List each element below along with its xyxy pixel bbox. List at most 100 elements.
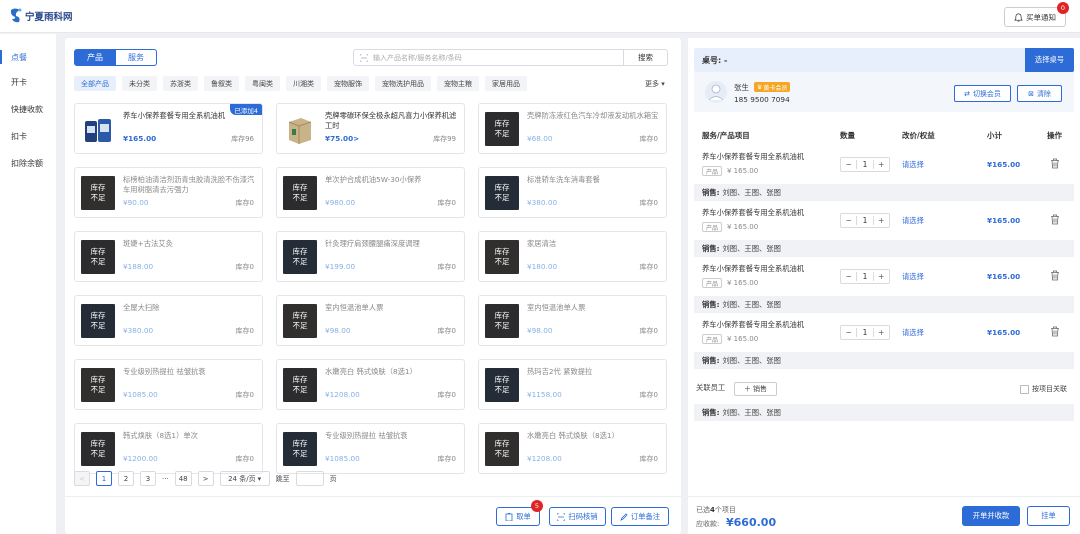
category-tab[interactable]: 宠物洗护用品 bbox=[375, 76, 431, 91]
product-card[interactable]: 库存 不足 壳牌防冻液红色汽车冷却液发动机水箱宝 ¥68.00 库存0 bbox=[478, 103, 667, 154]
stock-out-line1: 库存 bbox=[90, 439, 106, 448]
choose-table-button[interactable]: 选择桌号 bbox=[1025, 48, 1074, 72]
price-benefit-select[interactable]: 请选择 bbox=[902, 272, 924, 282]
stock-out-line2: 不足 bbox=[494, 257, 510, 266]
order-row: 养车小保养套餐专用全系机油机 产品 ¥ 165.00 −1 + 请选择 ¥165.00 bbox=[694, 314, 1074, 352]
trash-icon[interactable] bbox=[1050, 326, 1060, 337]
increase-button[interactable]: + bbox=[874, 216, 889, 225]
quantity-value[interactable]: 1 bbox=[856, 216, 874, 225]
switch-member-button[interactable]: ⇄ 切换会员 bbox=[954, 85, 1011, 102]
product-card[interactable]: 库存 不足 专业级别热提拉 祛皱抗衰 ¥1085.00 库存0 bbox=[276, 423, 465, 474]
pagination: < 1 2 3 ··· 48 > 24 条/页 ▾ 跳至 页 bbox=[74, 471, 337, 486]
stock-out-line2: 不足 bbox=[494, 385, 510, 394]
product-image bbox=[283, 112, 317, 146]
retrieve-order-button[interactable]: 取单 5 bbox=[496, 500, 543, 526]
item-type-tag: 产品 bbox=[702, 166, 723, 176]
row-sales: 销售: 刘图、王图、张图 bbox=[694, 352, 1074, 369]
product-card[interactable]: 库存 不足 专业级别热提拉 祛皱抗衰 ¥1085.00 库存0 bbox=[74, 359, 263, 410]
product-card[interactable]: 库存 不足 标榜柏油清洁剂沥青虫胶清洗脸不伤漆汽车用树脂清去污强力 ¥90.00 库存0 bbox=[74, 167, 263, 218]
page-3[interactable]: 3 bbox=[140, 471, 156, 486]
stock-out-line2: 不足 bbox=[90, 385, 106, 394]
retrieve-order-badge: 5 bbox=[531, 500, 543, 512]
decrease-button[interactable]: − bbox=[841, 328, 856, 337]
product-card[interactable]: 库存 不足 家居清洁 ¥180.00 库存0 bbox=[478, 231, 667, 282]
trash-icon[interactable] bbox=[1050, 270, 1060, 281]
increase-button[interactable]: + bbox=[874, 328, 889, 337]
quantity-value[interactable]: 1 bbox=[856, 160, 874, 169]
search-input[interactable]: 输入产品名称/服务名称/条码 bbox=[353, 49, 624, 66]
scan-verify-button[interactable]: 扫码核销 bbox=[549, 507, 606, 526]
quantity-value[interactable]: 1 bbox=[856, 328, 874, 337]
product-card[interactable]: 库存 不足 水嫩亮白 韩式焕肤（8选1） ¥1208.00 库存0 bbox=[478, 423, 667, 474]
product-card[interactable]: 库存 不足 室内恒温池单人票 ¥98.00 库存0 bbox=[478, 295, 667, 346]
prev-page-button[interactable]: < bbox=[74, 471, 90, 486]
category-tab[interactable]: 苏浙类 bbox=[163, 76, 198, 91]
price-benefit-select[interactable]: 请选择 bbox=[902, 328, 924, 338]
trash-icon[interactable] bbox=[1050, 214, 1060, 225]
category-tab[interactable]: 家居用品 bbox=[485, 76, 527, 91]
stock-out-line1: 库存 bbox=[292, 183, 308, 192]
logo: 宁夏雨科网 bbox=[9, 7, 73, 24]
product-card[interactable]: 库存 不足 单次护合成机油5W-30小保养 ¥980.00 库存0 bbox=[276, 167, 465, 218]
next-page-button[interactable]: > bbox=[197, 471, 214, 486]
product-card[interactable]: 库存 不足 室内恒温池单人票 ¥98.00 库存0 bbox=[276, 295, 465, 346]
goto-page-input[interactable] bbox=[295, 471, 324, 486]
page-2[interactable]: 2 bbox=[118, 471, 134, 486]
order-notification-button[interactable]: 买单通知 0 bbox=[1004, 2, 1069, 27]
category-tab[interactable]: 鲁叙类 bbox=[204, 76, 239, 91]
by-item-checkbox[interactable]: 按项目关联 bbox=[1020, 384, 1067, 394]
stock-out-line2: 不足 bbox=[90, 449, 106, 458]
hang-order-button[interactable]: 挂单 bbox=[1027, 506, 1070, 526]
product-card[interactable]: 库存 不足 针灸理疗肩颈腰腿痛深度调理 ¥199.00 库存0 bbox=[276, 231, 465, 282]
increase-button[interactable]: + bbox=[874, 272, 889, 281]
decrease-button[interactable]: − bbox=[841, 160, 856, 169]
tab-services[interactable]: 服务 bbox=[116, 49, 157, 66]
sales-names: 刘图、王图、张图 bbox=[722, 187, 781, 197]
clear-member-button[interactable]: ⊠ 清除 bbox=[1017, 85, 1062, 102]
quantity-value[interactable]: 1 bbox=[856, 272, 874, 281]
decrease-button[interactable]: − bbox=[841, 272, 856, 281]
product-card[interactable]: 库存 不足 热玛吉2代 紧致提拉 ¥1158.00 库存0 bbox=[478, 359, 667, 410]
page-last[interactable]: 48 bbox=[174, 471, 192, 486]
order-remark-button[interactable]: 订单备注 bbox=[611, 507, 669, 526]
category-tab[interactable]: 未分类 bbox=[122, 76, 157, 91]
category-tab[interactable]: 川湘类 bbox=[286, 76, 321, 91]
more-categories-button[interactable]: 更多 ▾ bbox=[645, 79, 665, 89]
product-price: ¥1158.00 bbox=[527, 390, 562, 399]
sidebar-item-open-card[interactable]: 开卡 bbox=[11, 77, 27, 88]
out-of-stock-overlay: 库存 不足 bbox=[81, 240, 115, 274]
product-card[interactable]: 库存 不足 斑婕+古法艾灸 ¥188.00 库存0 bbox=[74, 231, 263, 282]
checkout-button[interactable]: 开单并收款 bbox=[962, 506, 1020, 526]
sidebar-item-order[interactable]: 点餐 bbox=[11, 52, 27, 63]
category-tab[interactable]: 粤闽类 bbox=[245, 76, 280, 91]
product-price: ¥1200.00 bbox=[123, 454, 158, 463]
add-sales-button[interactable]: ＋销售 bbox=[734, 382, 777, 396]
scan-verify-label: 扫码核销 bbox=[568, 511, 598, 521]
product-card[interactable]: 壳牌零碳环保全极永超凡喜力小保养机滤工时 ¥75.00> 库存99 bbox=[276, 103, 465, 154]
page-1[interactable]: 1 bbox=[96, 471, 112, 486]
tab-products[interactable]: 产品 bbox=[74, 49, 116, 66]
sidebar-item-deduct-card[interactable]: 扣卡 bbox=[11, 131, 27, 142]
category-tab[interactable]: 宠物主粮 bbox=[437, 76, 479, 91]
sidebar-item-quick-pay[interactable]: 快捷收款 bbox=[11, 104, 43, 115]
product-card[interactable]: 库存 不足 韩式焕肤（8选1）单次 ¥1200.00 库存0 bbox=[74, 423, 263, 474]
out-of-stock-overlay: 库存 不足 bbox=[485, 112, 519, 146]
decrease-button[interactable]: − bbox=[841, 216, 856, 225]
sidebar-item-deduct-balance[interactable]: 扣除余额 bbox=[11, 158, 43, 169]
product-card[interactable]: 库存 不足 标准轿车洗车消毒套餐 ¥380.00 库存0 bbox=[478, 167, 667, 218]
increase-button[interactable]: + bbox=[874, 160, 889, 169]
trash-icon[interactable] bbox=[1050, 158, 1060, 169]
product-card[interactable]: 库存 不足 水嫩亮白 韩式焕肤（8选1） ¥1208.00 库存0 bbox=[276, 359, 465, 410]
header-op: 操作 bbox=[1047, 131, 1062, 140]
price-benefit-select[interactable]: 请选择 bbox=[902, 160, 924, 170]
category-tab[interactable]: 全部产品 bbox=[74, 76, 116, 91]
product-card[interactable]: 库存 不足 全屋大扫除 ¥380.00 库存0 bbox=[74, 295, 263, 346]
stock-out-line1: 库存 bbox=[292, 439, 308, 448]
category-tab[interactable]: 宠物服饰 bbox=[327, 76, 369, 91]
search-button[interactable]: 搜索 bbox=[624, 49, 668, 66]
page-size-select[interactable]: 24 条/页 ▾ bbox=[219, 471, 270, 486]
member-phone: 185 9500 7094 bbox=[734, 95, 790, 104]
price-benefit-select[interactable]: 请选择 bbox=[902, 216, 924, 226]
product-card[interactable]: 养车小保养套餐专用全系机油机 ¥165.00 库存96 已添加4 bbox=[74, 103, 263, 154]
goto-label: 跳至 bbox=[275, 474, 290, 483]
